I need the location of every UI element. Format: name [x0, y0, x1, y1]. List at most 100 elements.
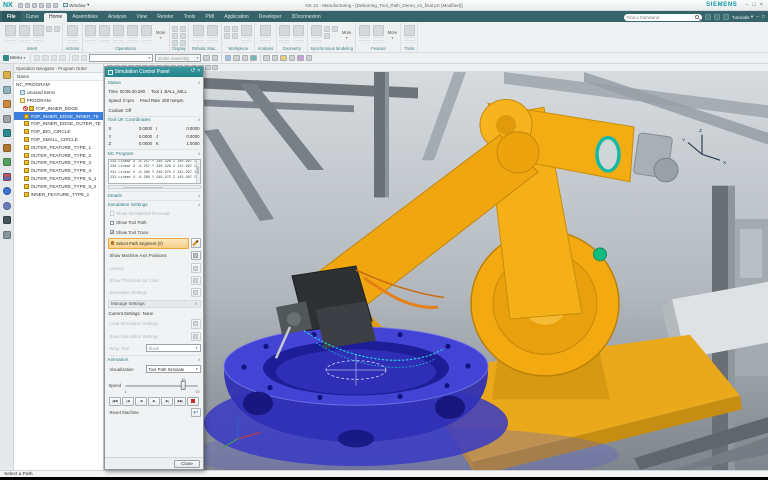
pan-icon[interactable]	[241, 54, 249, 62]
tab-analysis[interactable]: Analysis	[103, 13, 132, 23]
operations-more-button[interactable]: More ▾	[154, 24, 167, 45]
post-process-button[interactable]	[126, 24, 139, 45]
show-machine-axis-row[interactable]: Show Machine Axis Positions	[108, 250, 201, 261]
animation-section-header[interactable]: Animation ∧	[107, 355, 201, 363]
web-browser-icon[interactable]	[2, 187, 11, 195]
rendering-style-icon[interactable]	[280, 54, 287, 62]
hd3d-tools-icon[interactable]	[2, 172, 11, 181]
minimize-button[interactable]: –	[745, 2, 748, 8]
tree-item-operation[interactable]: TOP_SMALL_CIRCLE	[14, 136, 103, 144]
sync-more-button[interactable]: More ▾	[340, 24, 353, 45]
tab-home[interactable]: Home	[43, 12, 68, 22]
part-cleanup-button[interactable]	[403, 24, 416, 45]
show-tool-trace-checkbox[interactable]: ✓ Show Tool Trace	[108, 228, 201, 236]
feature-more-button[interactable]: More ▾	[386, 24, 399, 45]
play-button[interactable]: ▶	[147, 397, 161, 406]
alerts-icon[interactable]	[713, 14, 720, 20]
tree-item-operation[interactable]: TOP_INNER_EDGE	[14, 104, 103, 112]
tab-view[interactable]: View	[132, 13, 153, 23]
part-navigator-icon[interactable]	[2, 100, 11, 108]
slider-thumb[interactable]	[181, 381, 186, 391]
details-section-header[interactable]: Details ∨	[107, 191, 201, 199]
show-hide-icon[interactable]	[211, 54, 219, 62]
play-reverse-button[interactable]: ◀	[134, 397, 147, 406]
redo-icon[interactable]	[31, 2, 37, 8]
thickness-by-color-row[interactable]: Show Thickness by Color	[108, 275, 201, 286]
manage-settings-header[interactable]: Manage Settings ∧	[107, 299, 201, 308]
copy-icon[interactable]	[45, 2, 51, 8]
load-settings-row[interactable]: Load Simulation Settings	[108, 319, 201, 330]
display-small-buttons[interactable]	[171, 24, 187, 46]
panel-close-icon[interactable]: ×	[197, 69, 200, 75]
select-path-segment-icon[interactable]	[191, 238, 201, 248]
tree-item-operation[interactable]: OUTER_FEATURE_TYPE_2	[14, 151, 103, 159]
create-operation-button[interactable]	[32, 24, 45, 45]
tutorials-menu[interactable]: Tutorials ▾	[732, 14, 753, 20]
window-layout-icon[interactable]	[288, 54, 296, 62]
machine-simulate-button[interactable]	[112, 24, 125, 45]
tree-item-operation[interactable]: OUTER_FEATURE_TYPE_3	[14, 159, 103, 167]
tree-item-operation[interactable]: OUTER_FEATURE_TYPE_5_2	[14, 182, 103, 190]
tab-render[interactable]: Render	[152, 13, 178, 23]
panel-title-bar[interactable]: Simulation Control Panel ↺ ×	[105, 67, 203, 77]
tree-item-operation[interactable]: TOP_INNER_EDGE_OUTER_TE	[14, 120, 103, 128]
process-studio-icon[interactable]	[2, 158, 11, 166]
doc-minimize-button[interactable]: –	[756, 14, 759, 20]
sync-small-buttons[interactable]	[324, 24, 339, 39]
panel-reset-icon[interactable]: ↺	[191, 69, 196, 75]
history-icon[interactable]	[2, 201, 11, 210]
window-menu[interactable]: Window ▾	[62, 2, 89, 8]
select-edge-icon[interactable]	[50, 54, 58, 62]
step-back-button[interactable]: |◀	[121, 397, 134, 406]
assembly-navigator-icon[interactable]	[2, 71, 11, 79]
tab-pmi[interactable]: PMI	[200, 13, 219, 23]
tab-assemblies[interactable]: Assemblies	[67, 13, 103, 23]
snap-point-icon[interactable]	[72, 54, 79, 62]
snap-midpoint-icon[interactable]	[80, 54, 88, 62]
unload-row[interactable]: Unload	[108, 263, 201, 274]
tree-item-unused[interactable]: Unused Items	[14, 89, 103, 97]
extract-geometry-button[interactable]	[292, 24, 305, 45]
select-body-icon[interactable]	[59, 54, 66, 62]
select-face-icon[interactable]	[42, 54, 49, 62]
nc-program-list[interactable]: 229 Linear X -8.257 Y 246.320 Z 140.997 …	[107, 158, 201, 184]
tree-item-nc-program[interactable]: NC_PROGRAM	[14, 81, 103, 89]
save-settings-row[interactable]: Save Simulation Settings	[108, 331, 201, 342]
simulation-settings-row[interactable]: Simulation Settings	[108, 287, 201, 298]
refresh-icon[interactable]	[704, 14, 711, 20]
reset-machine-row[interactable]: Reset Machine ↩	[108, 407, 201, 418]
slider-track[interactable]	[125, 385, 198, 387]
user-icon[interactable]	[722, 14, 729, 20]
speed-slider[interactable]: 10 1 10	[123, 377, 199, 395]
verify-toolpath-button[interactable]	[84, 24, 97, 45]
show-hide-view-icon[interactable]	[205, 64, 211, 71]
tree-item-operation[interactable]: OUTER_FEATURE_TYPE_1	[14, 143, 103, 151]
stop-button[interactable]	[187, 397, 200, 406]
simulation-settings-section-header[interactable]: Simulation Settings ∧	[107, 200, 201, 208]
ijk-section-header[interactable]: Tool IJK Coordinates ∧	[107, 115, 201, 124]
show-tool-path-checkbox[interactable]: Show Tool Path	[108, 219, 201, 227]
step-forward-button[interactable]: ▶|	[161, 397, 174, 406]
selection-filter-combo[interactable]: ▾	[89, 54, 154, 62]
tree-item-operation[interactable]: INNER_FEATURE_TYPE_1	[14, 190, 103, 198]
fit-view-icon[interactable]	[224, 54, 232, 62]
tree-item-operation-selected[interactable]: TOP_INNER_EDGE_INNER_TE	[14, 112, 103, 120]
tree-item-program[interactable]: PROGRAM	[14, 97, 103, 105]
tab-curve[interactable]: Curve	[21, 13, 44, 23]
robot-setup-button[interactable]	[192, 24, 205, 45]
machine-tool-navigator-icon[interactable]	[2, 143, 11, 152]
close-panel-button[interactable]: Close	[174, 459, 200, 468]
nc-horizontal-scrollbar[interactable]	[107, 185, 201, 190]
save-icon[interactable]	[17, 2, 23, 8]
name-column-header[interactable]: Name	[14, 73, 103, 81]
generate-toolpath-button[interactable]	[66, 24, 79, 45]
tab-tools[interactable]: Tools	[179, 13, 201, 23]
selection-scope-combo[interactable]: Entire Assembly ▾	[155, 54, 202, 62]
undo-icon[interactable]	[24, 2, 30, 8]
zoom-icon[interactable]	[233, 54, 240, 62]
roles-icon[interactable]	[2, 216, 11, 224]
doc-restore-button[interactable]: □	[762, 14, 765, 20]
constraint-navigator-icon[interactable]	[2, 85, 11, 94]
show-material-removal-checkbox[interactable]: Show 3D Material Removal	[108, 210, 201, 218]
operation-navigator-icon[interactable]	[2, 129, 11, 137]
